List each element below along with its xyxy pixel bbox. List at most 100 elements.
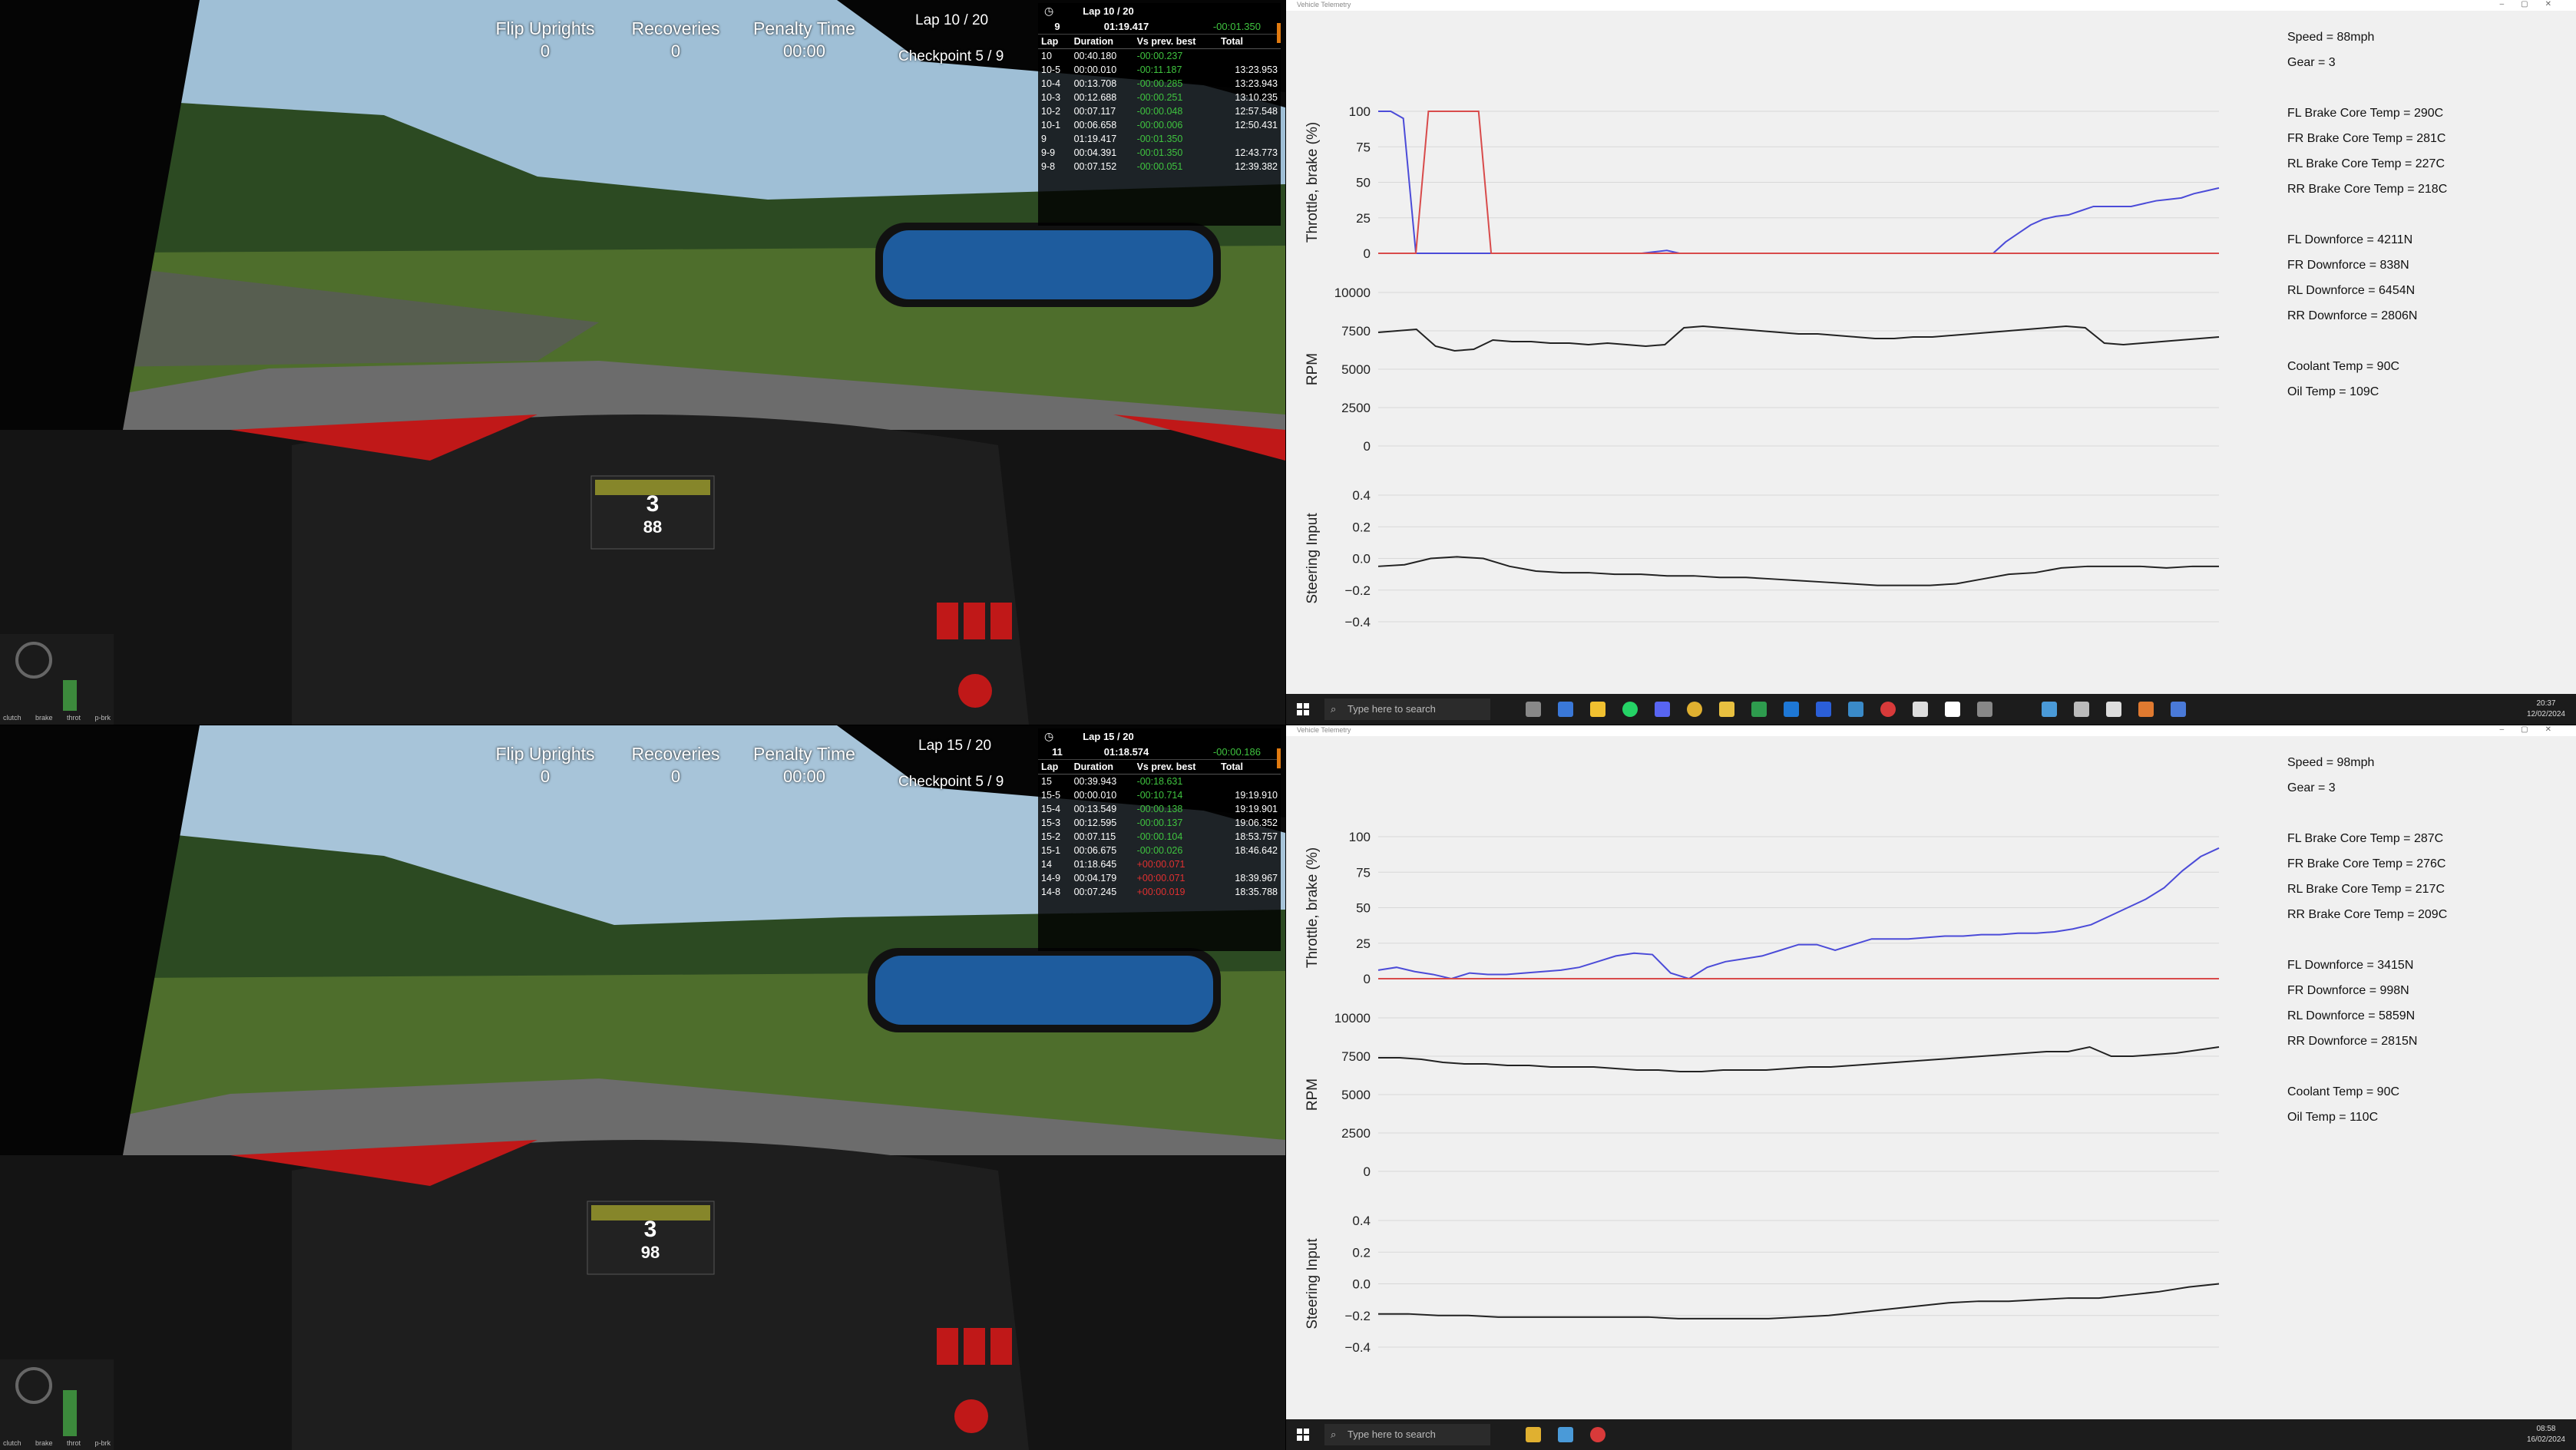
tick-label: 75 bbox=[1356, 140, 1371, 154]
app-icon[interactable] bbox=[2171, 702, 2186, 717]
scroll-indicator[interactable] bbox=[1277, 23, 1281, 43]
app-icon[interactable] bbox=[2042, 702, 2057, 717]
telemetry-readouts: Speed = 88mph Gear = 3 FL Brake Core Temp … bbox=[2287, 25, 2447, 405]
lap-counter: Lap 15 / 20 bbox=[918, 738, 992, 754]
pedal-label: p-brk bbox=[94, 714, 111, 722]
app-icon[interactable] bbox=[1848, 702, 1863, 717]
gear-readout: 3 bbox=[643, 1217, 657, 1242]
lap-cell: 10-4 bbox=[1041, 78, 1061, 89]
readout-line bbox=[2287, 202, 2447, 227]
app-icon[interactable] bbox=[2074, 702, 2089, 717]
recoveries-value: 0 bbox=[670, 41, 681, 61]
settings-icon[interactable] bbox=[1526, 702, 1541, 717]
col-lap: Lap bbox=[1038, 760, 1071, 775]
tick-label: 5000 bbox=[1341, 1088, 1371, 1102]
app-icon[interactable] bbox=[2138, 702, 2154, 717]
app-icon[interactable] bbox=[1913, 702, 1928, 717]
tick-label: 5000 bbox=[1341, 362, 1371, 377]
vs-best-cell: -00:00.137 bbox=[1136, 817, 1183, 828]
app-icon[interactable] bbox=[1558, 1427, 1573, 1442]
total-cell bbox=[1218, 857, 1281, 871]
taskbar-search[interactable]: ⌕ Type here to search bbox=[1324, 1424, 1490, 1445]
total-cell bbox=[1218, 775, 1281, 789]
tick-label: 75 bbox=[1356, 865, 1371, 880]
readout-line: FL Downforce = 3415N bbox=[2287, 959, 2414, 972]
scroll-indicator[interactable] bbox=[1277, 748, 1281, 768]
excel-icon[interactable] bbox=[1751, 702, 1767, 717]
flip-uprights-value: 0 bbox=[540, 767, 551, 786]
lap-row: 14-8 00:07.245 +00:00.019 18:35.788 bbox=[1038, 885, 1281, 899]
whatsapp-icon[interactable] bbox=[1622, 702, 1638, 717]
checkpoint-counter: Checkpoint 5 / 9 bbox=[898, 48, 1004, 64]
tick-label: 100 bbox=[1349, 830, 1371, 844]
lap-cell: 15-1 bbox=[1041, 845, 1061, 856]
total-cell: 19:06.352 bbox=[1235, 817, 1278, 828]
total-cell: 13:23.943 bbox=[1235, 78, 1278, 89]
total-cell: 13:10.235 bbox=[1235, 92, 1278, 103]
readout-line: FR Downforce = 998N bbox=[2287, 984, 2409, 997]
duration-cell: 00:12.595 bbox=[1073, 817, 1117, 828]
lap-cell: 14 bbox=[1041, 859, 1052, 870]
notes-icon[interactable] bbox=[1719, 702, 1734, 717]
lap-row: 15-5 00:00.010 -00:10.714 19:19.910 bbox=[1038, 788, 1281, 802]
chrome-icon[interactable] bbox=[1687, 702, 1702, 717]
readout-line bbox=[2287, 1054, 2447, 1079]
system-clock[interactable]: 20:37 12/02/2024 bbox=[2527, 699, 2565, 720]
app-icon[interactable] bbox=[1977, 702, 1992, 717]
best-lap-row: 9 01:19.417 -00:01.350 bbox=[1038, 18, 1281, 35]
app-icon[interactable] bbox=[1526, 1427, 1541, 1442]
readout-line: FL Downforce = 4211N bbox=[2287, 233, 2413, 246]
lap-cell: 15-4 bbox=[1041, 804, 1061, 814]
lap-table: Lap Duration Vs prev. best Total 10 00:40… bbox=[1038, 35, 1281, 173]
readout-line: RL Brake Core Temp = 217C bbox=[2287, 883, 2445, 896]
windows-start-icon[interactable] bbox=[1297, 703, 1309, 715]
search-placeholder: Type here to search bbox=[1348, 1429, 1436, 1440]
vs-best-cell: -00:01.350 bbox=[1136, 134, 1183, 144]
app-icon[interactable] bbox=[1880, 702, 1896, 717]
vs-best-cell: -00:00.026 bbox=[1136, 845, 1183, 856]
penalty-time: Penalty Time 00:00 bbox=[745, 742, 864, 788]
dash-display: 3 88 bbox=[593, 491, 713, 537]
duration-cell: 00:12.688 bbox=[1073, 92, 1117, 103]
duration-cell: 00:00.010 bbox=[1073, 790, 1117, 801]
windows-start-icon[interactable] bbox=[1297, 1429, 1309, 1441]
duration-cell: 00:39.943 bbox=[1073, 776, 1117, 787]
search-icon: ⌕ bbox=[1331, 703, 1337, 715]
penalty-time: Penalty Time 00:00 bbox=[745, 17, 864, 63]
app-icon[interactable] bbox=[2106, 702, 2121, 717]
file-explorer-icon[interactable] bbox=[1590, 702, 1605, 717]
tick-label: 2500 bbox=[1341, 1126, 1371, 1141]
duration-cell: 00:07.115 bbox=[1073, 831, 1116, 842]
vscode-icon[interactable] bbox=[1816, 702, 1831, 717]
discord-icon[interactable] bbox=[1655, 702, 1670, 717]
app-icon[interactable] bbox=[1558, 702, 1573, 717]
duration-cell: 00:13.708 bbox=[1073, 78, 1117, 89]
flip-uprights-label: Flip Uprights bbox=[495, 18, 595, 38]
window-controls[interactable]: –▢✕ bbox=[2500, 0, 2568, 8]
col-lap: Lap bbox=[1038, 35, 1071, 49]
clock-date: 12/02/2024 bbox=[2526, 710, 2565, 718]
tick-label: 0 bbox=[1364, 439, 1371, 454]
tick-label: 0 bbox=[1364, 246, 1371, 261]
app-icon[interactable] bbox=[1590, 1427, 1605, 1442]
telemetry-window-top: Vehicle Telemetry –▢✕ 100 75 50 25 0 Throttle… bbox=[1286, 0, 2576, 725]
lap-row: 15-1 00:06.675 -00:00.026 18:46.642 bbox=[1038, 844, 1281, 857]
system-clock[interactable]: 08:58 16/02/2024 bbox=[2527, 1424, 2565, 1445]
vs-best-cell: -00:18.631 bbox=[1136, 776, 1183, 787]
speed-readout: 98 bbox=[640, 1243, 660, 1262]
vs-best-cell: -00:11.187 bbox=[1136, 64, 1182, 75]
duration-cell: 00:07.245 bbox=[1073, 887, 1117, 897]
app-icon[interactable] bbox=[1945, 702, 1960, 717]
pedal-widget: clutch brake throt p-brk bbox=[0, 1359, 114, 1450]
app-icon[interactable] bbox=[1784, 702, 1799, 717]
readout-line: RL Downforce = 6454N bbox=[2287, 284, 2416, 297]
taskbar-search[interactable]: ⌕ Type here to search bbox=[1324, 699, 1490, 720]
readout-line: Coolant Temp = 90C bbox=[2287, 1085, 2400, 1098]
pedal-label: throt bbox=[66, 1439, 81, 1447]
pedal-label: p-brk bbox=[94, 1439, 111, 1447]
lap-cell: 9-9 bbox=[1041, 147, 1056, 158]
series-line bbox=[1377, 556, 2219, 586]
readout-line bbox=[2287, 927, 2447, 953]
window-controls[interactable]: –▢✕ bbox=[2500, 725, 2568, 734]
duration-cell: 00:00.010 bbox=[1073, 64, 1117, 75]
